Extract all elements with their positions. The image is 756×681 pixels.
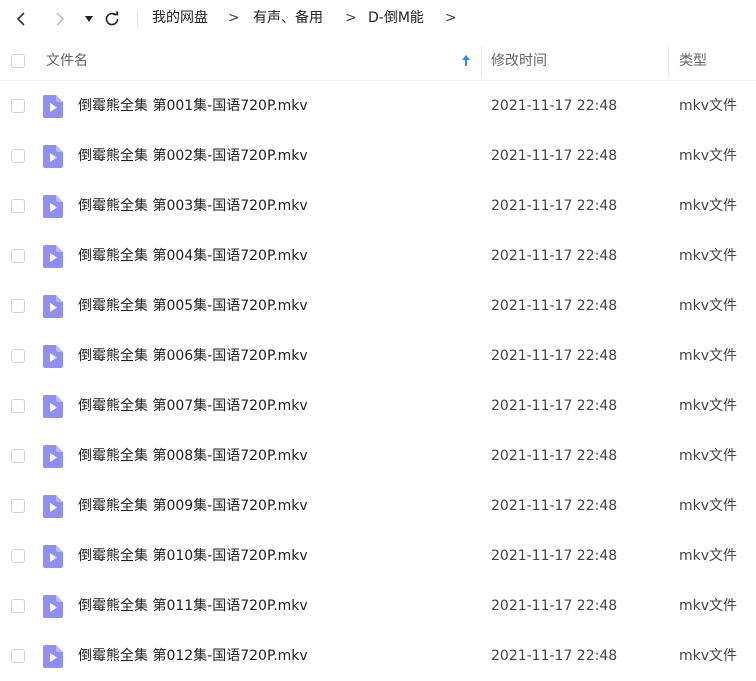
file-row[interactable]: 倒霉熊全集 第001集-国语720P.mkv 2021-11-17 22:48 mk… xyxy=(0,81,756,131)
file-type: mkv文件 xyxy=(679,348,738,364)
row-checkbox[interactable] xyxy=(11,599,25,613)
file-row[interactable]: 倒霉熊全集 第006集-国语720P.mkv 2021-11-17 22:48 mk… xyxy=(0,331,756,381)
file-type: mkv文件 xyxy=(679,148,738,164)
video-file-icon xyxy=(43,395,63,418)
file-type: mkv文件 xyxy=(679,298,738,314)
file-name[interactable]: 倒霉熊全集 第002集-国语720P.mkv xyxy=(78,131,308,181)
column-divider[interactable] xyxy=(481,46,482,76)
row-checkbox[interactable] xyxy=(11,499,25,513)
file-list-header: 文件名 修改时间 类型 xyxy=(0,42,756,81)
video-file-icon xyxy=(43,95,63,118)
file-name[interactable]: 倒霉熊全集 第008集-国语720P.mkv xyxy=(78,431,308,481)
file-row[interactable]: 倒霉熊全集 第007集-国语720P.mkv 2021-11-17 22:48 mk… xyxy=(0,381,756,431)
file-row[interactable]: 倒霉熊全集 第008集-国语720P.mkv 2021-11-17 22:48 mk… xyxy=(0,431,756,481)
file-modified-time: 2021-11-17 22:48 xyxy=(491,448,618,464)
breadcrumb-item-folder[interactable]: 有声、备用 xyxy=(253,9,323,27)
file-list: 倒霉熊全集 第001集-国语720P.mkv 2021-11-17 22:48 mk… xyxy=(0,81,756,681)
file-row[interactable]: 倒霉熊全集 第010集-国语720P.mkv 2021-11-17 22:48 mk… xyxy=(0,531,756,581)
sort-ascending-icon[interactable] xyxy=(461,54,471,67)
file-modified-time: 2021-11-17 22:48 xyxy=(491,198,618,214)
file-modified-time: 2021-11-17 22:48 xyxy=(491,598,618,614)
video-file-icon xyxy=(43,145,63,168)
file-modified-time: 2021-11-17 22:48 xyxy=(491,398,618,414)
file-modified-time: 2021-11-17 22:48 xyxy=(491,98,618,114)
file-name[interactable]: 倒霉熊全集 第005集-国语720P.mkv xyxy=(78,281,308,331)
file-row[interactable]: 倒霉熊全集 第002集-国语720P.mkv 2021-11-17 22:48 mk… xyxy=(0,131,756,181)
file-modified-time: 2021-11-17 22:48 xyxy=(491,148,618,164)
row-checkbox[interactable] xyxy=(11,149,25,163)
file-type: mkv文件 xyxy=(679,648,738,664)
breadcrumb-separator: > xyxy=(228,10,240,26)
file-modified-time: 2021-11-17 22:48 xyxy=(491,648,618,664)
file-modified-time: 2021-11-17 22:48 xyxy=(491,498,618,514)
video-file-icon xyxy=(43,295,63,318)
file-name[interactable]: 倒霉熊全集 第011集-国语720P.mkv xyxy=(78,581,308,631)
file-name[interactable]: 倒霉熊全集 第007集-国语720P.mkv xyxy=(78,381,308,431)
file-type: mkv文件 xyxy=(679,448,738,464)
breadcrumb-separator: > xyxy=(345,10,357,26)
video-file-icon xyxy=(43,245,63,268)
breadcrumb-separator: > xyxy=(445,10,457,26)
column-header-name[interactable]: 文件名 xyxy=(46,42,88,80)
video-file-icon xyxy=(43,545,63,568)
refresh-button[interactable] xyxy=(100,7,124,31)
select-all-checkbox[interactable] xyxy=(11,54,25,68)
file-name[interactable]: 倒霉熊全集 第001集-国语720P.mkv xyxy=(78,81,308,131)
breadcrumb-item-root[interactable]: 我的网盘 xyxy=(152,9,208,27)
file-row[interactable]: 倒霉熊全集 第012集-国语720P.mkv 2021-11-17 22:48 mk… xyxy=(0,631,756,681)
file-type: mkv文件 xyxy=(679,598,738,614)
file-type: mkv文件 xyxy=(679,248,738,264)
row-checkbox[interactable] xyxy=(11,349,25,363)
file-type: mkv文件 xyxy=(679,398,738,414)
video-file-icon xyxy=(43,195,63,218)
video-file-icon xyxy=(43,445,63,468)
video-file-icon xyxy=(43,495,63,518)
file-type: mkv文件 xyxy=(679,548,738,564)
file-type: mkv文件 xyxy=(679,98,738,114)
column-divider[interactable] xyxy=(668,46,669,76)
file-name[interactable]: 倒霉熊全集 第003集-国语720P.mkv xyxy=(78,181,308,231)
file-name[interactable]: 倒霉熊全集 第012集-国语720P.mkv xyxy=(78,631,308,681)
column-header-modified[interactable]: 修改时间 xyxy=(491,42,547,80)
video-file-icon xyxy=(43,595,63,618)
file-type: mkv文件 xyxy=(679,198,738,214)
video-file-icon xyxy=(43,645,63,668)
column-header-type[interactable]: 类型 xyxy=(679,42,707,80)
forward-button[interactable] xyxy=(48,7,72,31)
file-row[interactable]: 倒霉熊全集 第009集-国语720P.mkv 2021-11-17 22:48 mk… xyxy=(0,481,756,531)
row-checkbox[interactable] xyxy=(11,249,25,263)
file-row[interactable]: 倒霉熊全集 第004集-国语720P.mkv 2021-11-17 22:48 mk… xyxy=(0,231,756,281)
row-checkbox[interactable] xyxy=(11,299,25,313)
breadcrumb-item-current[interactable]: D-倒M能 xyxy=(368,9,424,27)
file-name[interactable]: 倒霉熊全集 第009集-国语720P.mkv xyxy=(78,481,308,531)
toolbar-divider xyxy=(137,10,138,28)
refresh-icon xyxy=(105,11,119,26)
file-modified-time: 2021-11-17 22:48 xyxy=(491,348,618,364)
file-row[interactable]: 倒霉熊全集 第003集-国语720P.mkv 2021-11-17 22:48 mk… xyxy=(0,181,756,231)
toolbar: 我的网盘 > 有声、备用 > D-倒M能 > xyxy=(0,0,756,38)
back-button[interactable] xyxy=(9,7,33,31)
file-name[interactable]: 倒霉熊全集 第010集-国语720P.mkv xyxy=(78,531,308,581)
row-checkbox[interactable] xyxy=(11,199,25,213)
file-name[interactable]: 倒霉熊全集 第004集-国语720P.mkv xyxy=(78,231,308,281)
file-type: mkv文件 xyxy=(679,498,738,514)
video-file-icon xyxy=(43,345,63,368)
file-modified-time: 2021-11-17 22:48 xyxy=(491,548,618,564)
history-dropdown-button[interactable] xyxy=(77,7,101,31)
file-row[interactable]: 倒霉熊全集 第005集-国语720P.mkv 2021-11-17 22:48 mk… xyxy=(0,281,756,331)
chevron-right-icon xyxy=(56,12,65,26)
row-checkbox[interactable] xyxy=(11,99,25,113)
file-modified-time: 2021-11-17 22:48 xyxy=(491,248,618,264)
row-checkbox[interactable] xyxy=(11,549,25,563)
chevron-left-icon xyxy=(16,12,25,26)
file-name[interactable]: 倒霉熊全集 第006集-国语720P.mkv xyxy=(78,331,308,381)
file-row[interactable]: 倒霉熊全集 第011集-国语720P.mkv 2021-11-17 22:48 mk… xyxy=(0,581,756,631)
caret-down-icon xyxy=(85,16,93,22)
row-checkbox[interactable] xyxy=(11,649,25,663)
row-checkbox[interactable] xyxy=(11,399,25,413)
file-modified-time: 2021-11-17 22:48 xyxy=(491,298,618,314)
row-checkbox[interactable] xyxy=(11,449,25,463)
